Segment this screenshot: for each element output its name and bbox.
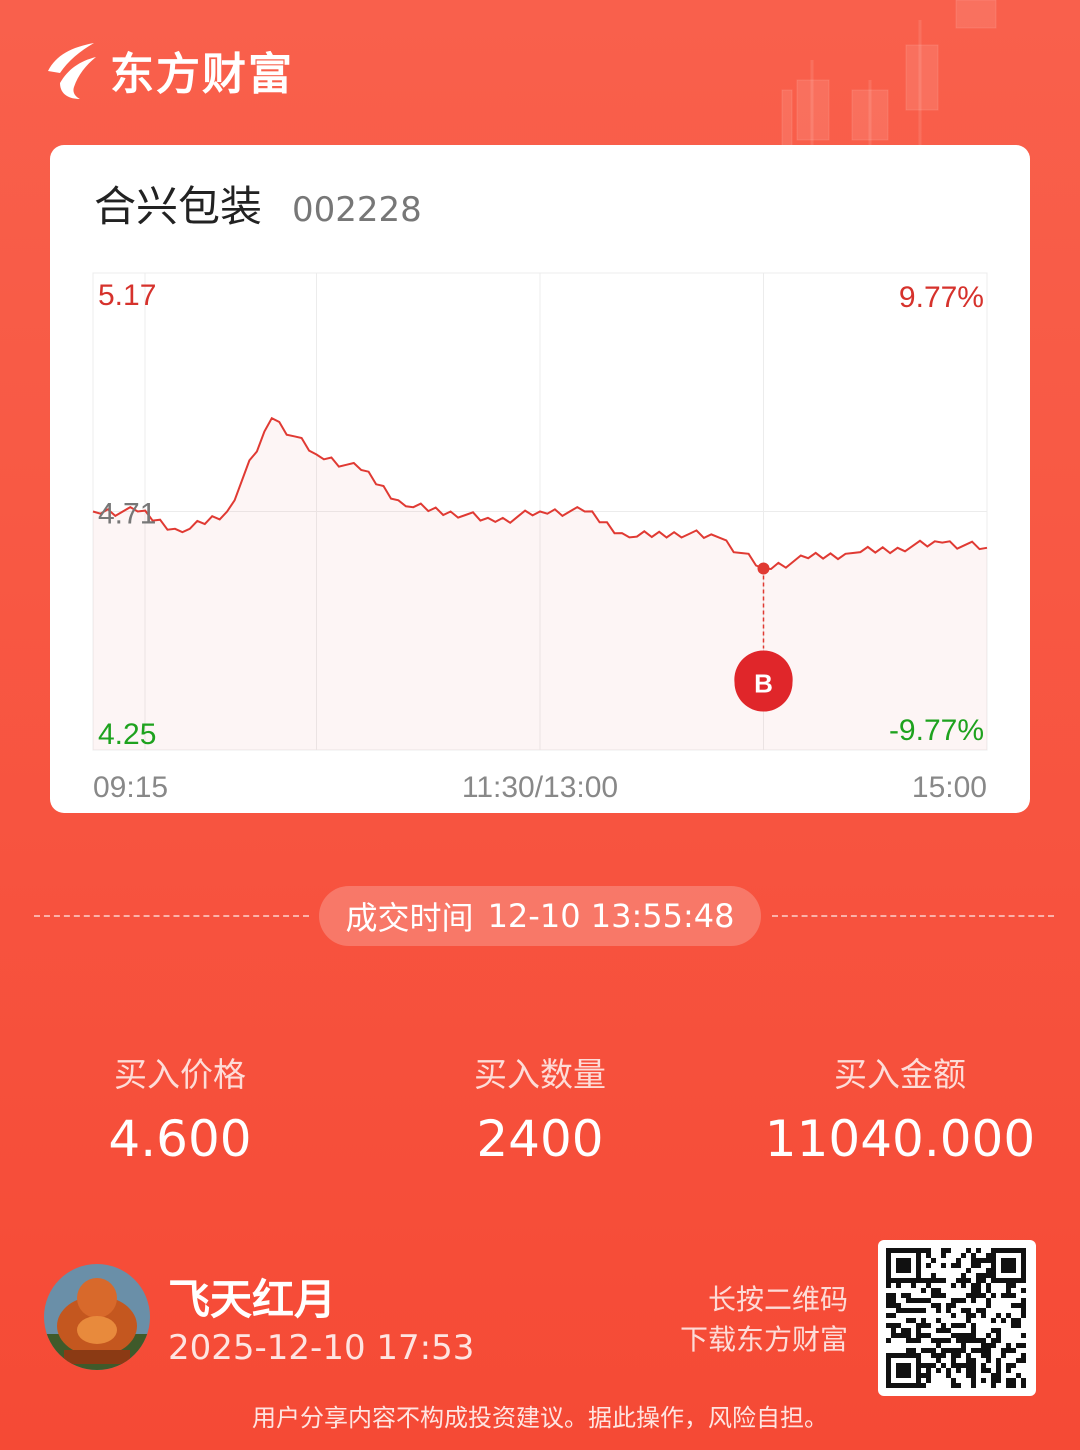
stat-label: 买入数量 <box>474 1055 606 1094</box>
pct-tick-top: 9.77% <box>899 281 984 314</box>
user-name: 飞天红月 <box>168 1275 337 1324</box>
brand-header: 东方财富 <box>42 38 294 102</box>
trade-time-row: 成交时间 12-10 13:55:48 <box>0 886 1080 946</box>
stat-label: 买入价格 <box>114 1055 246 1094</box>
trade-time-label: 成交时间 <box>345 899 474 937</box>
intraday-chart: B 5.17 4.71 4.25 9.77% -9.77% 09:15 11:30/13:00… <box>92 272 988 804</box>
x-tick-open: 09:15 <box>93 771 168 804</box>
qr-hint-line2: 下载东方财富 <box>679 1323 848 1356</box>
qr-hint-line1: 长按二维码 <box>707 1283 848 1316</box>
stat-buy-quantity: 买入数量 2400 <box>390 1048 690 1168</box>
share-datetime: 2025-12-10 17:53 <box>168 1328 475 1368</box>
y-tick-top: 5.17 <box>98 279 156 312</box>
stat-buy-price: 买入价格 4.600 <box>30 1048 330 1168</box>
stat-value: 11040.000 <box>764 1110 1036 1168</box>
candlestick-decoration <box>781 0 997 150</box>
divider-right <box>772 915 1054 917</box>
trade-time-value: 12-10 13:55:48 <box>487 897 735 935</box>
divider-left <box>34 915 309 917</box>
y-tick-bottom: 4.25 <box>98 718 156 751</box>
stock-chart-card: 合兴包装 002228 B 5.17 4.71 4.25 9.77% -9.77% 09:1… <box>50 145 1030 813</box>
avatar-image-icon <box>44 1264 150 1370</box>
x-tick-midday: 11:30/13:00 <box>462 771 618 804</box>
buy-point <box>757 562 770 575</box>
brand-name: 东方财富 <box>110 49 294 100</box>
qr-code-icon <box>886 1248 1026 1388</box>
qr-hint: 长按二维码 下载东方财富 <box>680 1280 848 1360</box>
stat-label: 买入金额 <box>834 1055 966 1094</box>
x-tick-close: 15:00 <box>912 771 987 804</box>
brand-logo-icon <box>48 43 96 99</box>
stat-value: 2400 <box>476 1110 604 1168</box>
qr-code[interactable] <box>878 1240 1036 1396</box>
buy-badge-label: B <box>754 669 773 699</box>
avatar[interactable] <box>44 1264 150 1370</box>
disclaimer: 用户分享内容不构成投资建议。据此操作，风险自担。 <box>252 1404 828 1432</box>
trade-time-badge: 成交时间 12-10 13:55:48 <box>319 886 761 946</box>
stat-value: 4.600 <box>108 1110 252 1168</box>
y-tick-mid: 4.71 <box>98 498 156 531</box>
stat-buy-amount: 买入金额 11040.000 <box>750 1048 1050 1168</box>
pct-tick-bottom: -9.77% <box>889 714 984 747</box>
